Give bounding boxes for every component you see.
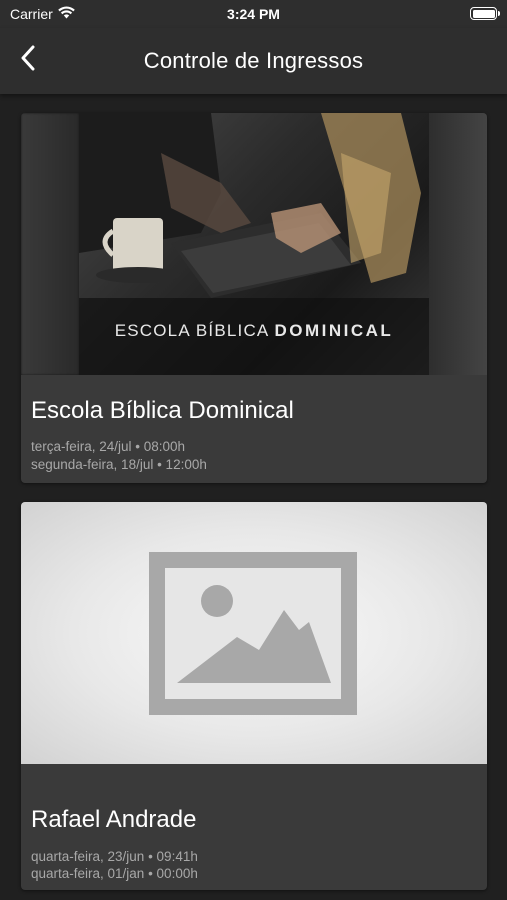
event-banner-image: ESCOLA BÍBLICA DOMINICAL (21, 113, 487, 375)
status-time: 3:24 PM (227, 6, 280, 22)
event-image-placeholder (21, 502, 487, 764)
event-date: quarta-feira, 01/jan • 00:00h (31, 866, 198, 881)
battery-level (472, 9, 495, 18)
event-card[interactable]: Rafael Andrade quarta-feira, 23/jun • 09… (21, 502, 487, 890)
status-bar: Carrier 3:24 PM (0, 0, 507, 28)
banner-caption: ESCOLA BÍBLICA DOMINICAL (79, 321, 429, 341)
chevron-left-icon (20, 45, 36, 76)
event-date: terça-feira, 24/jul • 08:00h (31, 439, 186, 454)
battery-icon (470, 7, 500, 20)
back-button[interactable] (8, 42, 48, 78)
page-title: Controle de Ingressos (143, 48, 364, 73)
event-title: Rafael Andrade (31, 806, 197, 833)
navigation-bar: Controle de Ingressos (0, 28, 507, 94)
event-card[interactable]: ESCOLA BÍBLICA DOMINICAL Escola Bíblica … (21, 113, 487, 483)
banner-caption-light: ESCOLA BÍBLICA (114, 321, 269, 340)
banner-caption-bold: DOMINICAL (274, 321, 394, 340)
event-date: segunda-feira, 18/jul • 12:00h (31, 457, 207, 472)
event-date: quarta-feira, 23/jun • 09:41h (31, 849, 198, 864)
event-title: Escola Bíblica Dominical (31, 397, 294, 424)
image-placeholder-icon (149, 552, 357, 715)
